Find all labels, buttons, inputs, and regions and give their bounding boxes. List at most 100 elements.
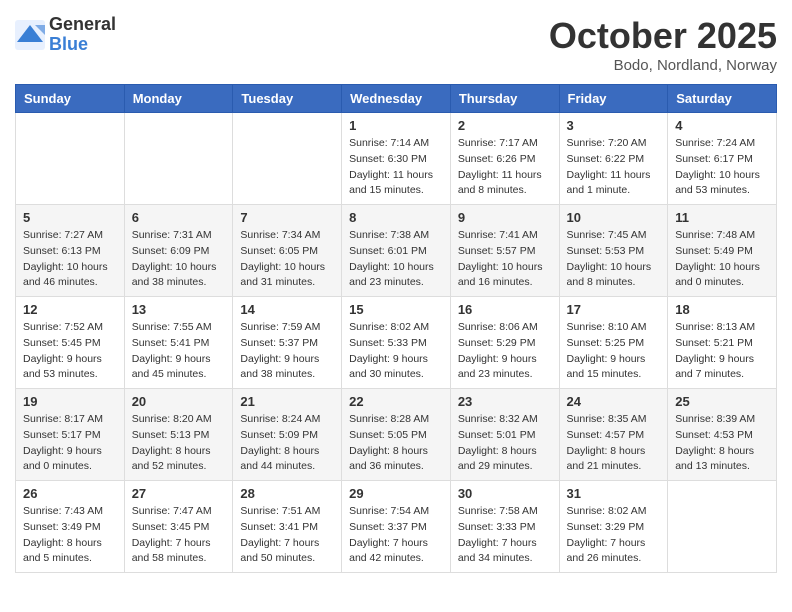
day-number: 31 [567, 486, 661, 501]
calendar-cell: 13Sunrise: 7:55 AM Sunset: 5:41 PM Dayli… [124, 297, 233, 389]
calendar-cell: 7 Sunrise: 7:34 AM Sunset: 6:05 PM Daylig… [233, 205, 342, 297]
weekday-header-monday: Monday [124, 85, 233, 113]
calendar-cell: 6 Sunrise: 7:31 AM Sunset: 6:09 PM Daylig… [124, 205, 233, 297]
location-text: Bodo, Nordland, Norway [549, 57, 777, 74]
day-number: 10 [567, 210, 661, 225]
calendar-cell: 21 Sunrise: 8:24 AM Sunset: 5:09 PM Dayli… [233, 389, 342, 481]
calendar-cell [233, 113, 342, 205]
day-number: 30 [458, 486, 552, 501]
day-number: 8 [349, 210, 443, 225]
day-info: Sunrise: 8:10 AM Sunset: 5:25 PM Dayligh… [567, 320, 661, 383]
calendar-cell: 1 Sunrise: 7:14 AM Sunset: 6:30 PM Daylig… [342, 113, 451, 205]
calendar-cell: 10 Sunrise: 7:45 AM Sunset: 5:53 PM Dayli… [559, 205, 668, 297]
calendar-cell: 25Sunrise: 8:39 AM Sunset: 4:53 PM Dayli… [668, 389, 777, 481]
day-info: Sunrise: 8:02 AM Sunset: 3:29 PM Dayligh… [567, 504, 661, 567]
day-number: 2 [458, 118, 552, 133]
day-number: 26 [23, 486, 117, 501]
day-number: 17 [567, 302, 661, 317]
day-number: 16 [458, 302, 552, 317]
day-info: Sunrise: 8:20 AM Sunset: 5:13 PM Dayligh… [132, 412, 226, 475]
day-number: 29 [349, 486, 443, 501]
day-info: Sunrise: 8:13 AM Sunset: 5:21 PM Dayligh… [675, 320, 769, 383]
day-number: 7 [240, 210, 334, 225]
day-info: Sunrise: 7:34 AM Sunset: 6:05 PM Dayligh… [240, 228, 334, 291]
week-row-5: 26 Sunrise: 7:43 AM Sunset: 3:49 PM Dayli… [16, 481, 777, 573]
day-info: Sunrise: 7:45 AM Sunset: 5:53 PM Dayligh… [567, 228, 661, 291]
calendar-cell: 16 Sunrise: 8:06 AM Sunset: 5:29 PM Dayli… [450, 297, 559, 389]
logo-general-text: General [49, 15, 116, 35]
day-info: Sunrise: 7:31 AM Sunset: 6:09 PM Dayligh… [132, 228, 226, 291]
day-info: Sunrise: 7:14 AM Sunset: 6:30 PM Dayligh… [349, 136, 443, 199]
day-number: 12 [23, 302, 117, 317]
day-info: Sunrise: 7:48 AM Sunset: 5:49 PM Dayligh… [675, 228, 769, 291]
calendar-cell: 29 Sunrise: 7:54 AM Sunset: 3:37 PM Dayli… [342, 481, 451, 573]
day-info: Sunrise: 7:17 AM Sunset: 6:26 PM Dayligh… [458, 136, 552, 199]
day-info: Sunrise: 8:24 AM Sunset: 5:09 PM Dayligh… [240, 412, 334, 475]
day-info: Sunrise: 7:58 AM Sunset: 3:33 PM Dayligh… [458, 504, 552, 567]
calendar-cell: 18 Sunrise: 8:13 AM Sunset: 5:21 PM Dayli… [668, 297, 777, 389]
logo-blue-text: Blue [49, 35, 116, 55]
calendar-cell: 11 Sunrise: 7:48 AM Sunset: 5:49 PM Dayli… [668, 205, 777, 297]
day-info: Sunrise: 8:39 AM Sunset: 4:53 PM Dayligh… [675, 412, 769, 475]
day-number: 19 [23, 394, 117, 409]
day-number: 6 [132, 210, 226, 225]
weekday-header-sunday: Sunday [16, 85, 125, 113]
weekday-header-saturday: Saturday [668, 85, 777, 113]
day-info: Sunrise: 7:24 AM Sunset: 6:17 PM Dayligh… [675, 136, 769, 199]
day-info: Sunrise: 8:06 AM Sunset: 5:29 PM Dayligh… [458, 320, 552, 383]
logo-icon [15, 20, 45, 50]
calendar-cell [668, 481, 777, 573]
calendar-table: SundayMondayTuesdayWednesdayThursdayFrid… [15, 84, 777, 573]
day-info: Sunrise: 7:51 AM Sunset: 3:41 PM Dayligh… [240, 504, 334, 567]
calendar-cell: 23Sunrise: 8:32 AM Sunset: 5:01 PM Dayli… [450, 389, 559, 481]
day-info: Sunrise: 8:17 AM Sunset: 5:17 PM Dayligh… [23, 412, 117, 475]
day-number: 22 [349, 394, 443, 409]
calendar-cell: 20Sunrise: 8:20 AM Sunset: 5:13 PM Dayli… [124, 389, 233, 481]
day-number: 15 [349, 302, 443, 317]
calendar-cell: 24 Sunrise: 8:35 AM Sunset: 4:57 PM Dayli… [559, 389, 668, 481]
day-number: 5 [23, 210, 117, 225]
weekday-header-tuesday: Tuesday [233, 85, 342, 113]
day-info: Sunrise: 7:43 AM Sunset: 3:49 PM Dayligh… [23, 504, 117, 567]
weekday-header-thursday: Thursday [450, 85, 559, 113]
calendar-cell: 30 Sunrise: 7:58 AM Sunset: 3:33 PM Dayli… [450, 481, 559, 573]
logo: General Blue [15, 15, 116, 55]
calendar-cell: 8 Sunrise: 7:38 AM Sunset: 6:01 PM Daylig… [342, 205, 451, 297]
day-info: Sunrise: 8:32 AM Sunset: 5:01 PM Dayligh… [458, 412, 552, 475]
day-info: Sunrise: 7:20 AM Sunset: 6:22 PM Dayligh… [567, 136, 661, 199]
calendar-cell: 19 Sunrise: 8:17 AM Sunset: 5:17 PM Dayli… [16, 389, 125, 481]
day-number: 3 [567, 118, 661, 133]
day-info: Sunrise: 7:54 AM Sunset: 3:37 PM Dayligh… [349, 504, 443, 567]
title-block: October 2025 Bodo, Nordland, Norway [549, 15, 777, 74]
weekday-header-friday: Friday [559, 85, 668, 113]
calendar-cell: 15 Sunrise: 8:02 AM Sunset: 5:33 PM Dayli… [342, 297, 451, 389]
day-number: 28 [240, 486, 334, 501]
calendar-cell: 28 Sunrise: 7:51 AM Sunset: 3:41 PM Dayli… [233, 481, 342, 573]
calendar-cell: 14 Sunrise: 7:59 AM Sunset: 5:37 PM Dayli… [233, 297, 342, 389]
day-number: 21 [240, 394, 334, 409]
day-number: 1 [349, 118, 443, 133]
logo-text: General Blue [49, 15, 116, 55]
day-info: Sunrise: 7:38 AM Sunset: 6:01 PM Dayligh… [349, 228, 443, 291]
day-info: Sunrise: 8:02 AM Sunset: 5:33 PM Dayligh… [349, 320, 443, 383]
calendar-cell: 4Sunrise: 7:24 AM Sunset: 6:17 PM Daylig… [668, 113, 777, 205]
day-number: 11 [675, 210, 769, 225]
week-row-1: 1 Sunrise: 7:14 AM Sunset: 6:30 PM Daylig… [16, 113, 777, 205]
calendar-cell [124, 113, 233, 205]
day-number: 27 [132, 486, 226, 501]
month-title: October 2025 [549, 15, 777, 57]
weekday-header-wednesday: Wednesday [342, 85, 451, 113]
day-info: Sunrise: 8:35 AM Sunset: 4:57 PM Dayligh… [567, 412, 661, 475]
week-row-4: 19 Sunrise: 8:17 AM Sunset: 5:17 PM Dayli… [16, 389, 777, 481]
day-number: 24 [567, 394, 661, 409]
day-info: Sunrise: 7:59 AM Sunset: 5:37 PM Dayligh… [240, 320, 334, 383]
calendar-cell: 12 Sunrise: 7:52 AM Sunset: 5:45 PM Dayli… [16, 297, 125, 389]
day-info: Sunrise: 7:52 AM Sunset: 5:45 PM Dayligh… [23, 320, 117, 383]
day-number: 18 [675, 302, 769, 317]
calendar-cell [16, 113, 125, 205]
calendar-cell: 22Sunrise: 8:28 AM Sunset: 5:05 PM Dayli… [342, 389, 451, 481]
day-number: 14 [240, 302, 334, 317]
calendar-cell: 27Sunrise: 7:47 AM Sunset: 3:45 PM Dayli… [124, 481, 233, 573]
day-info: Sunrise: 7:41 AM Sunset: 5:57 PM Dayligh… [458, 228, 552, 291]
calendar-cell: 31 Sunrise: 8:02 AM Sunset: 3:29 PM Dayli… [559, 481, 668, 573]
